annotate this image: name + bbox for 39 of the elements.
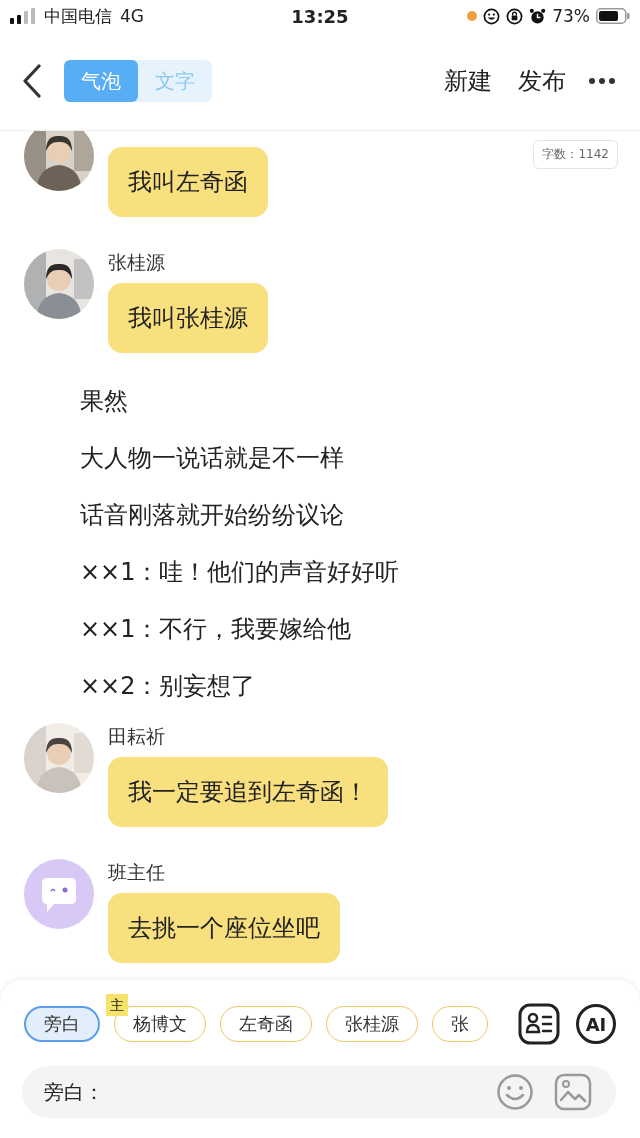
rotation-lock-icon	[506, 7, 524, 25]
header-action[interactable]: 发布	[514, 65, 570, 97]
narration-text: ××2：别妄想了	[79, 671, 257, 702]
role-chip[interactable]: 旁白	[24, 1006, 100, 1042]
word-count: 字数：1142	[533, 140, 618, 169]
smiley-icon[interactable]	[496, 1073, 534, 1111]
speaker-name: 田耘祈	[108, 725, 165, 747]
chat-bubble: 我叫左奇函	[108, 147, 268, 217]
network-type: 4G	[120, 6, 144, 26]
clock-time: 13:25	[291, 5, 349, 27]
role-chip[interactable]: 张桂源	[326, 1006, 418, 1042]
battery-percent: 73%	[552, 6, 590, 26]
narration-text: 话音刚落就开始纷纷议论	[79, 500, 345, 531]
chat-bubble-avatar-icon	[24, 859, 94, 929]
smiley-icon	[483, 7, 501, 25]
lead-badge: 主	[106, 994, 128, 1016]
header-action[interactable]: 新建	[440, 65, 496, 97]
chat-bubble: 我一定要追到左奇函！	[108, 757, 388, 827]
narration-text: 大人物一说话就是不一样	[79, 443, 345, 474]
battery-icon	[596, 8, 630, 24]
speaker-name: 张桂源	[108, 251, 165, 273]
contact-card-icon[interactable]	[518, 1003, 560, 1045]
signal-icon	[10, 8, 36, 24]
message-input[interactable]: 旁白：	[22, 1066, 616, 1118]
alarm-icon	[529, 7, 547, 25]
role-chip[interactable]: 张	[432, 1006, 488, 1042]
narration-text: 果然	[79, 386, 129, 417]
recording-dot-icon	[467, 11, 478, 21]
carrier-name: 中国电信	[44, 4, 112, 28]
narration-text: ××1：哇！他们的声音好好听	[79, 557, 401, 588]
speaker-name: 班主任	[108, 861, 165, 883]
narration-text: ××1：不行，我要嫁给他	[79, 614, 353, 645]
chat-bubble: 去挑一个座位坐吧	[108, 893, 340, 963]
role-chip[interactable]: 左奇函	[220, 1006, 312, 1042]
chat-bubble: 我叫张桂源	[108, 283, 268, 353]
more-icon[interactable]	[588, 77, 616, 85]
image-icon[interactable]	[554, 1073, 592, 1111]
back-icon[interactable]	[22, 64, 42, 98]
ai-button[interactable]: AI	[576, 1004, 616, 1044]
